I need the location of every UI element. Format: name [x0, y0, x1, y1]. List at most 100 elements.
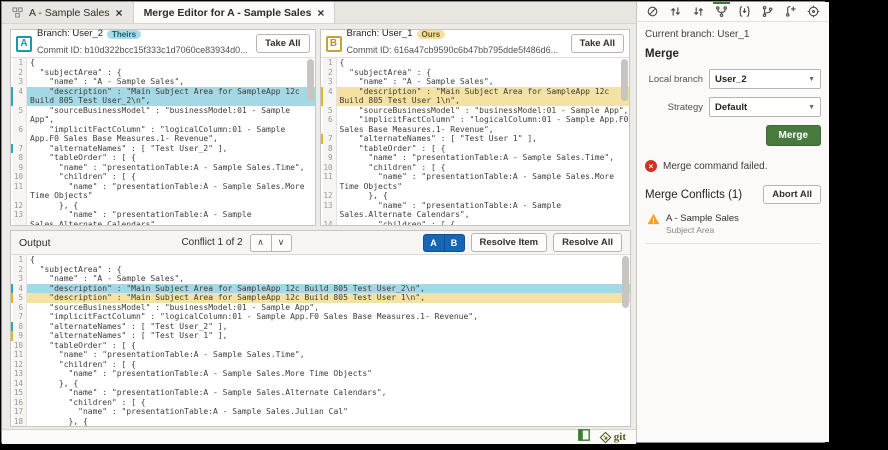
line-number: 5: [13, 293, 27, 303]
line-number: 6: [13, 303, 27, 313]
push-icon[interactable]: [689, 3, 708, 21]
tag-icon[interactable]: [804, 3, 823, 21]
line-number: 9: [13, 331, 27, 341]
code-view-theirs[interactable]: 1{2 "subjectArea" : {3 "name" : "A - Sam…: [11, 58, 315, 225]
code-text: "implicitFactColumn" : "logicalColumn:01…: [27, 312, 630, 322]
code-line: 3 "name" : "A - Sample Sales",: [11, 274, 630, 284]
line-number: 4: [323, 87, 337, 106]
code-text: "tableOrder" : [ {: [27, 341, 630, 351]
diff-panes: A Branch: User_2 Theirs Commit ID: b10d3…: [2, 24, 636, 226]
merge-button[interactable]: Merge: [766, 125, 821, 146]
resolve-all-button[interactable]: Resolve All: [553, 233, 622, 252]
local-branch-field: Local branch User_2 ▼: [645, 69, 821, 89]
code-text: "subjectArea" : {: [337, 68, 630, 78]
code-text: "subjectArea" : {: [27, 68, 315, 78]
divider: [645, 243, 821, 244]
tab-merge-editor[interactable]: Merge Editor for A - Sample Sales ×: [134, 2, 336, 23]
local-branch-select[interactable]: User_2 ▼: [709, 69, 821, 89]
git-label: git: [614, 432, 626, 443]
line-number: 5: [323, 106, 337, 116]
branch-icon[interactable]: [758, 3, 777, 21]
code-line: 3 "name" : "A - Sample Sales",: [11, 77, 315, 87]
code-text: "name" : "presentationTable:A - Sample S…: [27, 388, 630, 398]
close-tab-icon[interactable]: ×: [317, 7, 324, 19]
commit-status-icon[interactable]: [643, 3, 662, 21]
stash-icon[interactable]: [735, 3, 754, 21]
strategy-label: Strategy: [645, 102, 703, 113]
code-text: "description" : "Main Subject Area for S…: [337, 87, 630, 106]
code-line: 3 "name" : "A - Sample Sales",: [321, 77, 630, 87]
code-text: "description" : "Main Subject Area for S…: [27, 284, 630, 294]
code-text: "alternateNames" : [ "Test User_2" ],: [27, 322, 630, 332]
commit-id: Commit ID: 616a47cb9590c6b47bb795dde5f48…: [347, 45, 559, 55]
abort-all-button[interactable]: Abort All: [763, 185, 821, 204]
line-number: 14: [323, 220, 337, 226]
status-bar: git: [2, 429, 636, 444]
strategy-select[interactable]: Default ▼: [709, 97, 821, 117]
line-number: 11: [323, 172, 337, 191]
pane-theirs: A Branch: User_2 Theirs Commit ID: b10d3…: [10, 29, 316, 226]
error-icon: ×: [645, 160, 657, 172]
previous-conflict-button[interactable]: ∧: [250, 234, 271, 252]
branch-a-badge: A: [16, 36, 32, 52]
commit-id: Commit ID: b10d322bcc15f333c1d7060ce8393…: [37, 45, 248, 55]
code-text: "name" : "presentationTable:A - Sample S…: [27, 182, 315, 201]
code-text: "subjectArea" : {: [27, 265, 630, 275]
tab-sample-sales[interactable]: A - Sample Sales ×: [2, 2, 134, 23]
create-branch-icon[interactable]: [781, 3, 800, 21]
line-number: 6: [323, 115, 337, 134]
line-number: 18: [13, 417, 27, 427]
take-all-a-button[interactable]: Take All: [256, 34, 309, 53]
line-number: 1: [13, 58, 27, 68]
toggle-panel-icon[interactable]: [578, 428, 590, 446]
code-text: }, {: [27, 201, 315, 211]
conflict-list-item[interactable]: ! A - Sample Sales Subject Area: [645, 211, 821, 243]
strategy-value: Default: [715, 102, 747, 113]
line-number: 15: [13, 388, 27, 398]
code-line: 7 "implicitFactColumn" : "logicalColumn:…: [11, 312, 630, 322]
scrollbar-thumb[interactable]: [307, 59, 314, 101]
code-line: 2 "subjectArea" : {: [11, 265, 630, 275]
pane-theirs-header: A Branch: User_2 Theirs Commit ID: b10d3…: [11, 30, 315, 58]
scrollbar-thumb[interactable]: [622, 256, 629, 308]
resolve-item-button[interactable]: Resolve Item: [471, 233, 548, 252]
code-text: "children" : [ {: [27, 360, 630, 370]
close-tab-icon[interactable]: ×: [116, 7, 123, 19]
code-line: 14 "children" : [ {: [321, 220, 630, 226]
scrollbar-thumb[interactable]: [621, 59, 628, 101]
line-number: 5: [13, 106, 27, 125]
line-number: 11: [13, 182, 27, 201]
code-view-output[interactable]: 1{2 "subjectArea" : {3 "name" : "A - Sam…: [11, 255, 630, 426]
code-text: "children" : [ {: [27, 172, 315, 182]
code-text: {: [337, 58, 630, 68]
show-b-toggle[interactable]: B: [444, 234, 465, 252]
merge-icon[interactable]: [712, 3, 731, 21]
code-line: 11 "name" : "presentationTable:A - Sampl…: [11, 182, 315, 201]
code-line: 9 "alternateNames" : [ "Test User 1" ],: [11, 331, 630, 341]
output-pane: Output Conflict 1 of 2 ∧ ∨ A B Resolve I…: [10, 230, 631, 427]
pull-icon[interactable]: [666, 3, 685, 21]
code-line: 2 "subjectArea" : {: [11, 68, 315, 78]
line-number: 4: [13, 87, 27, 106]
current-branch-label: Current branch: User_1: [645, 29, 821, 40]
code-view-ours[interactable]: 1{2 "subjectArea" : {3 "name" : "A - Sam…: [321, 58, 630, 225]
line-number: 8: [13, 153, 27, 163]
line-number: 2: [13, 68, 27, 78]
code-line: 11 "name" : "presentationTable:A - Sampl…: [11, 350, 630, 360]
show-a-toggle[interactable]: A: [423, 234, 444, 252]
code-text: "children" : [ {: [337, 163, 630, 173]
code-line: 13 "name" : "presentationTable:A - Sampl…: [11, 210, 315, 225]
line-number: 9: [13, 163, 27, 173]
take-all-b-button[interactable]: Take All: [571, 34, 624, 53]
tab-label: Merge Editor for A - Sample Sales: [144, 7, 312, 19]
merge-panel-body: Current branch: User_1 Merge Local branc…: [637, 22, 829, 244]
git-toolbar: [637, 2, 829, 22]
next-conflict-button[interactable]: ∨: [271, 234, 292, 252]
code-line: 13 "name" : "presentationTable:A - Sampl…: [321, 201, 630, 220]
code-text: "name" : "presentationTable:A - Sample S…: [337, 172, 630, 191]
code-text: "name" : "presentationTable:A - Sample S…: [27, 407, 630, 417]
code-line: 4 "description" : "Main Subject Area for…: [11, 87, 315, 106]
conflict-item-subtitle: Subject Area: [666, 225, 739, 236]
code-text: }, {: [27, 417, 630, 427]
merge-conflicts-header: Merge Conflicts (1) Abort All: [645, 185, 821, 204]
